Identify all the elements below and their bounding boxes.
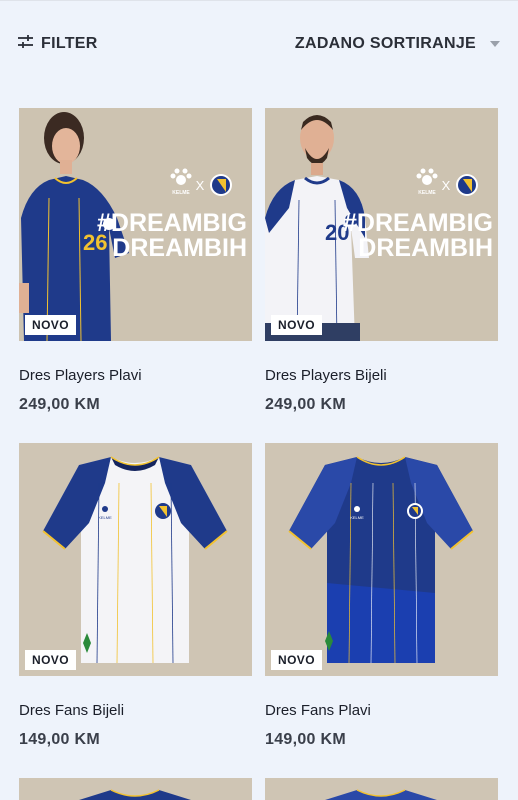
product-card[interactable] <box>265 778 498 800</box>
product-price: 149,00 KM <box>265 731 346 748</box>
promo-line1: #DREAMBIG <box>97 209 247 237</box>
product-image[interactable]: KELME NOVO <box>19 443 252 676</box>
product-image[interactable]: KELME NOVO <box>265 443 498 676</box>
product-image[interactable]: 26 KELME X #DREAMBIG DREAMBIH NOVO <box>19 108 252 341</box>
product-image[interactable] <box>265 778 498 800</box>
svg-text:X: X <box>196 178 205 193</box>
product-price: 249,00 KM <box>265 396 346 413</box>
product-title[interactable]: Dres Fans Bijeli <box>19 702 252 719</box>
product-grid: 26 KELME X #DREAMBIG DREAMBIH NOVO Dres … <box>0 0 518 800</box>
product-card[interactable] <box>19 778 252 800</box>
svg-text:KELME: KELME <box>98 515 112 520</box>
new-badge: NOVO <box>25 315 76 335</box>
svg-text:KELME: KELME <box>172 190 190 196</box>
new-badge: NOVO <box>271 315 322 335</box>
svg-text:X: X <box>442 178 451 193</box>
svg-text:KELME: KELME <box>350 515 364 520</box>
product-card[interactable]: KELME NOVO Dres Fans Plavi 149,00 KM <box>265 443 498 749</box>
product-image[interactable] <box>19 778 252 800</box>
product-title[interactable]: Dres Players Bijeli <box>265 367 498 384</box>
bih-crest-icon <box>210 174 232 196</box>
new-badge: NOVO <box>271 650 322 670</box>
bih-crest-icon <box>456 174 478 196</box>
product-title[interactable]: Dres Fans Plavi <box>265 702 498 719</box>
svg-text:KELME: KELME <box>418 190 436 196</box>
promo-line2: DREAMBIH <box>112 234 247 262</box>
product-title[interactable]: Dres Players Plavi <box>19 367 252 384</box>
promo-line1: #DREAMBIG <box>343 209 493 237</box>
product-card[interactable]: 20 KELME X #DREAMBIG DREAMBIH NOVO Dres … <box>265 108 498 414</box>
product-price: 149,00 KM <box>19 731 100 748</box>
product-price: 249,00 KM <box>19 396 100 413</box>
new-badge: NOVO <box>25 650 76 670</box>
product-card[interactable]: KELME NOVO Dres Fans Bijeli 149,00 KM <box>19 443 252 749</box>
promo-line2: DREAMBIH <box>358 234 493 262</box>
product-image[interactable]: 20 KELME X #DREAMBIG DREAMBIH NOVO <box>265 108 498 341</box>
product-card[interactable]: 26 KELME X #DREAMBIG DREAMBIH NOVO Dres … <box>19 108 252 414</box>
